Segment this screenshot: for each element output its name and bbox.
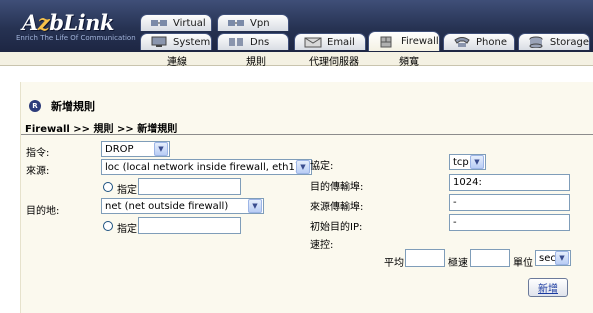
orig-dest-ip-input[interactable]: -	[449, 214, 570, 231]
source-select[interactable]: loc (local network inside firewall, eth1…	[101, 159, 312, 175]
dest-port-label: 目的傳輸埠:	[310, 182, 364, 193]
chevron-down-icon: ▼	[248, 199, 262, 213]
burst-label: 極速	[448, 258, 468, 269]
destination-label: 目的地:	[26, 206, 60, 217]
unit-select[interactable]: sec ▼	[535, 250, 571, 266]
tab-label: Virtual	[173, 17, 206, 29]
page-title: 新增規則	[51, 100, 95, 113]
tab-label: Dns	[250, 36, 270, 48]
destination-specify-label: 指定	[117, 224, 137, 235]
average-label: 平均	[384, 258, 404, 269]
azblink-logo: AzbLink	[22, 10, 114, 35]
destination-select[interactable]: net (net outside firewall) ▼	[101, 198, 264, 214]
tab-firewall[interactable]: Firewall	[368, 31, 440, 51]
protocol-select[interactable]: tcp ▼	[449, 154, 486, 170]
unit-value: sec	[539, 252, 555, 264]
add-button[interactable]: 新增	[528, 278, 568, 297]
dns-icon	[226, 36, 246, 48]
tab-system[interactable]: System	[140, 33, 212, 50]
main-content: R 新增規則 Firewall >> 規則 >> 新增規則 指令: DROP ▼…	[20, 82, 593, 313]
unit-label: 單位	[513, 258, 533, 269]
tab-phone[interactable]: Phone	[443, 33, 515, 50]
sub-navigation: 連線 規則 代理伺服器 頻寬	[0, 52, 593, 68]
subnav-proxy[interactable]: 代理伺服器	[309, 53, 359, 68]
tab-email[interactable]: Email	[294, 33, 366, 50]
src-port-input[interactable]: -	[449, 194, 570, 211]
system-icon	[149, 36, 169, 48]
app-header: AzbLink Enrich The Life Of Communication…	[0, 0, 593, 52]
rate-limit-label: 速控:	[310, 240, 334, 251]
tab-label: System	[173, 36, 211, 48]
chevron-down-icon: ▼	[154, 142, 168, 156]
title-row: R 新增規則	[29, 98, 95, 114]
command-select[interactable]: DROP ▼	[101, 141, 170, 157]
protocol-value: tcp	[453, 156, 469, 168]
brand-slogan: Enrich The Life Of Communication	[16, 34, 136, 42]
subnav-connections[interactable]: 連線	[167, 53, 187, 68]
command-value: DROP	[105, 143, 134, 155]
destination-specify-input[interactable]	[138, 217, 241, 234]
subnav-rules[interactable]: 規則	[246, 53, 266, 68]
phone-icon	[452, 36, 472, 48]
divider	[21, 134, 593, 135]
storage-icon	[527, 36, 546, 48]
burst-input[interactable]	[470, 249, 510, 267]
tab-dns[interactable]: Dns	[217, 33, 289, 50]
tab-label: Storage	[549, 36, 589, 48]
chevron-down-icon: ▼	[470, 155, 484, 169]
destination-value: net (net outside firewall)	[105, 200, 229, 212]
email-icon	[303, 36, 323, 48]
tab-label: Email	[327, 36, 355, 48]
rule-icon: R	[29, 100, 41, 112]
subnav-bandwidth[interactable]: 頻寬	[399, 53, 419, 68]
source-specify-label: 指定	[117, 185, 137, 196]
network-icon	[149, 17, 169, 29]
orig-dest-ip-label: 初始目的IP:	[310, 222, 363, 233]
protocol-label: 協定:	[310, 161, 334, 172]
tab-storage[interactable]: Storage	[518, 33, 590, 50]
command-label: 指令:	[26, 148, 50, 159]
chevron-down-icon: ▼	[555, 251, 569, 265]
vpn-icon	[226, 17, 246, 29]
tab-label: Vpn	[250, 17, 270, 29]
source-specify-radio[interactable]	[103, 182, 113, 192]
destination-specify-radio[interactable]	[103, 221, 113, 231]
dest-port-input[interactable]: 1024:	[449, 174, 570, 191]
breadcrumb: Firewall >> 規則 >> 新增規則	[25, 124, 178, 135]
tab-virtual[interactable]: Virtual	[140, 14, 212, 31]
source-specify-input[interactable]	[138, 178, 241, 195]
average-input[interactable]	[405, 249, 445, 267]
tab-vpn[interactable]: Vpn	[217, 14, 289, 31]
tab-label: Phone	[476, 36, 507, 48]
source-label: 來源:	[26, 166, 50, 177]
source-value: loc (local network inside firewall, eth1…	[105, 161, 296, 173]
tab-label: Firewall	[401, 36, 439, 47]
chevron-down-icon: ▼	[296, 160, 310, 174]
src-port-label: 來源傳輸埠:	[310, 202, 364, 213]
firewall-icon	[377, 36, 397, 48]
